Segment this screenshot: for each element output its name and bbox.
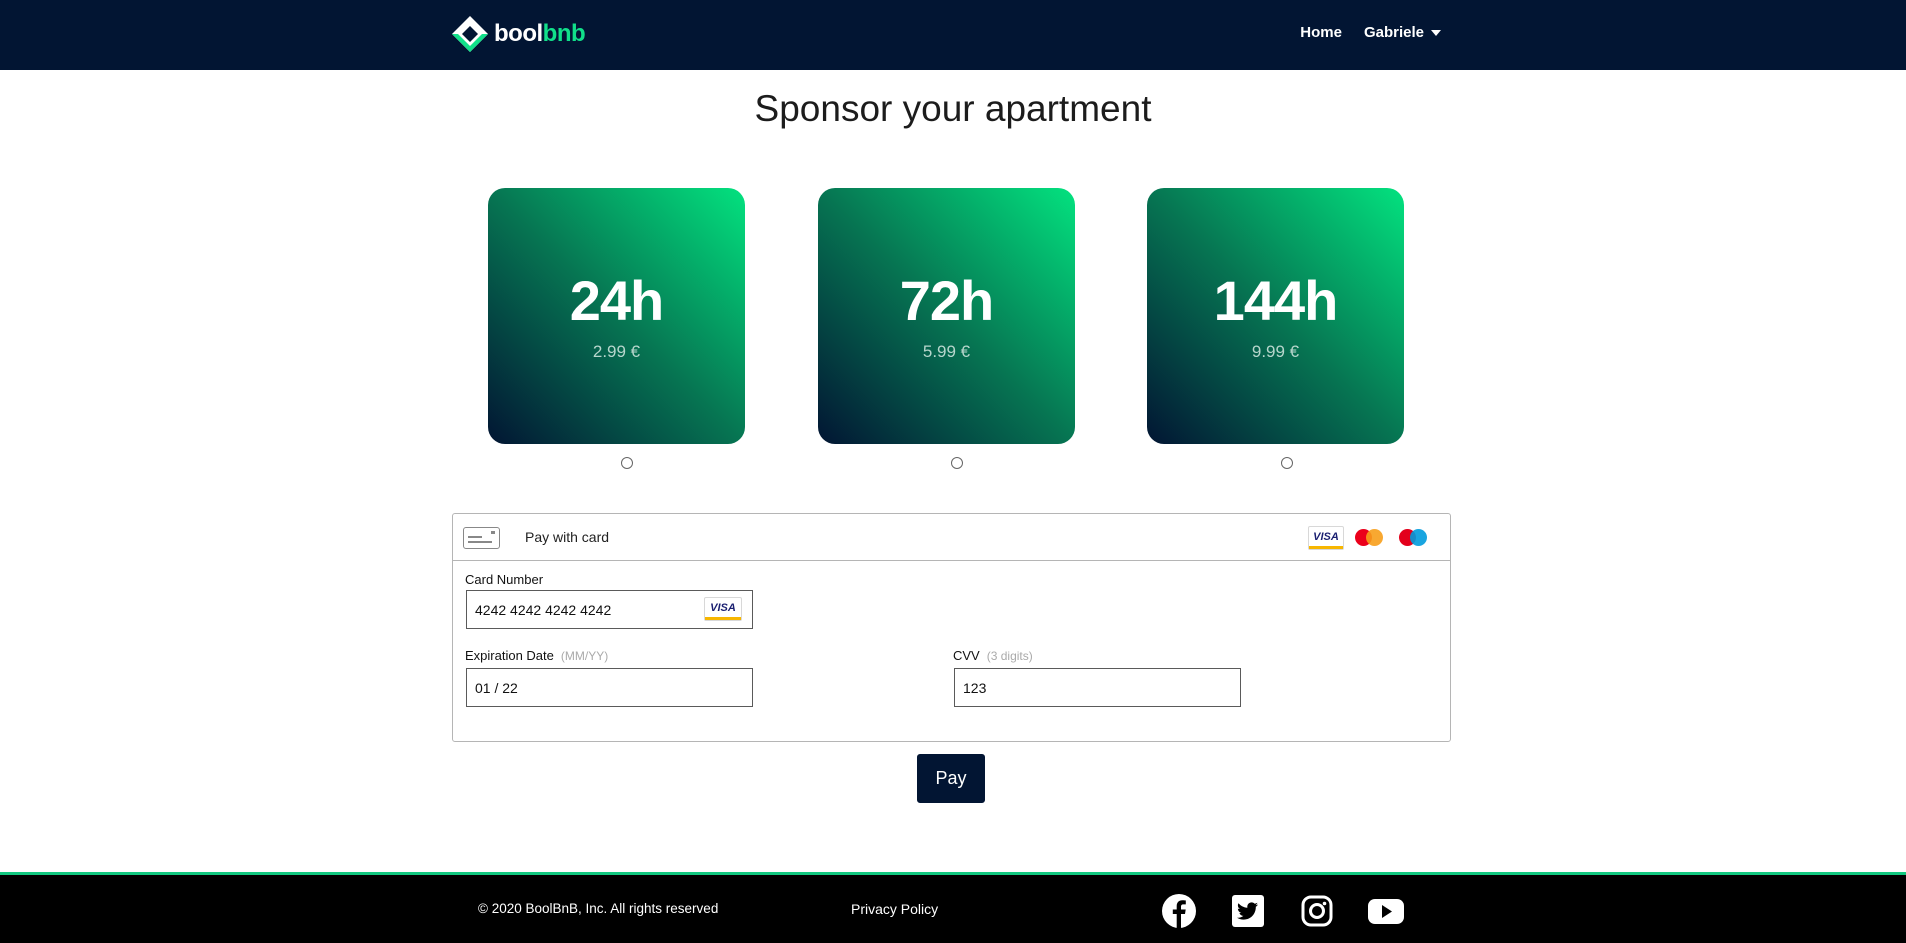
nav-links: Home Gabriele [1300,24,1441,41]
pay-button[interactable]: Pay [917,754,985,803]
visa-icon: VISA [1308,526,1344,550]
logo-link[interactable]: boolbnb [451,15,586,53]
card-number-label: Card Number [465,572,544,587]
plan-duration: 24h [569,269,665,332]
plan-radio-144h[interactable] [1281,457,1293,469]
pay-with-card-label: Pay with card [525,529,610,545]
plan-card-72h[interactable]: 72h 5.99 € [818,188,1075,444]
plan-card-144h[interactable]: 144h 9.99 € [1147,188,1404,444]
copyright-text: © 2020 BoolBnB, Inc. All rights reserved [478,901,719,916]
plan-price: 9.99 € [1251,342,1300,361]
plan-radio-24h[interactable] [621,457,633,469]
plan-duration: 144h [1213,269,1339,332]
navbar: boolbnb Home Gabriele [0,0,1906,70]
visa-icon: VISA [704,597,742,621]
maestro-icon [1396,526,1432,550]
plan-radio-72h[interactable] [951,457,963,469]
plan-price: 2.99 € [592,342,641,361]
instagram-icon[interactable] [1298,892,1336,930]
user-menu-dropdown[interactable]: Gabriele [1364,24,1441,41]
facebook-icon[interactable] [1160,892,1198,930]
expiration-date-input[interactable] [466,668,753,707]
nav-home-link[interactable]: Home [1300,24,1342,41]
caret-down-icon [1431,29,1441,36]
card-payment-panel: Pay with card VISA Card Number VISA Expi… [452,513,1451,742]
cvv-input[interactable] [954,668,1241,707]
user-name: Gabriele [1363,24,1424,41]
plan-price: 5.99 € [922,342,971,361]
logo-text: boolbnb [494,20,586,47]
card-brands: VISA [1308,526,1432,550]
card-payment-header: Pay with card VISA [453,514,1450,561]
credit-card-icon [463,527,500,549]
mastercard-icon [1352,526,1388,550]
page-title: Sponsor your apartment [754,88,1152,129]
social-links [1160,892,1436,930]
cvv-label: CVV (3 digits) [953,648,1033,663]
plan-card-24h[interactable]: 24h 2.99 € [488,188,745,444]
footer: © 2020 BoolBnB, Inc. All rights reserved… [0,872,1906,943]
privacy-policy-link[interactable]: Privacy Policy [851,901,938,917]
plan-duration: 72h [899,269,995,332]
expiration-label: Expiration Date (MM/YY) [465,648,609,663]
youtube-icon[interactable] [1367,892,1405,930]
twitter-icon[interactable] [1229,892,1267,930]
logo-icon [451,15,489,53]
